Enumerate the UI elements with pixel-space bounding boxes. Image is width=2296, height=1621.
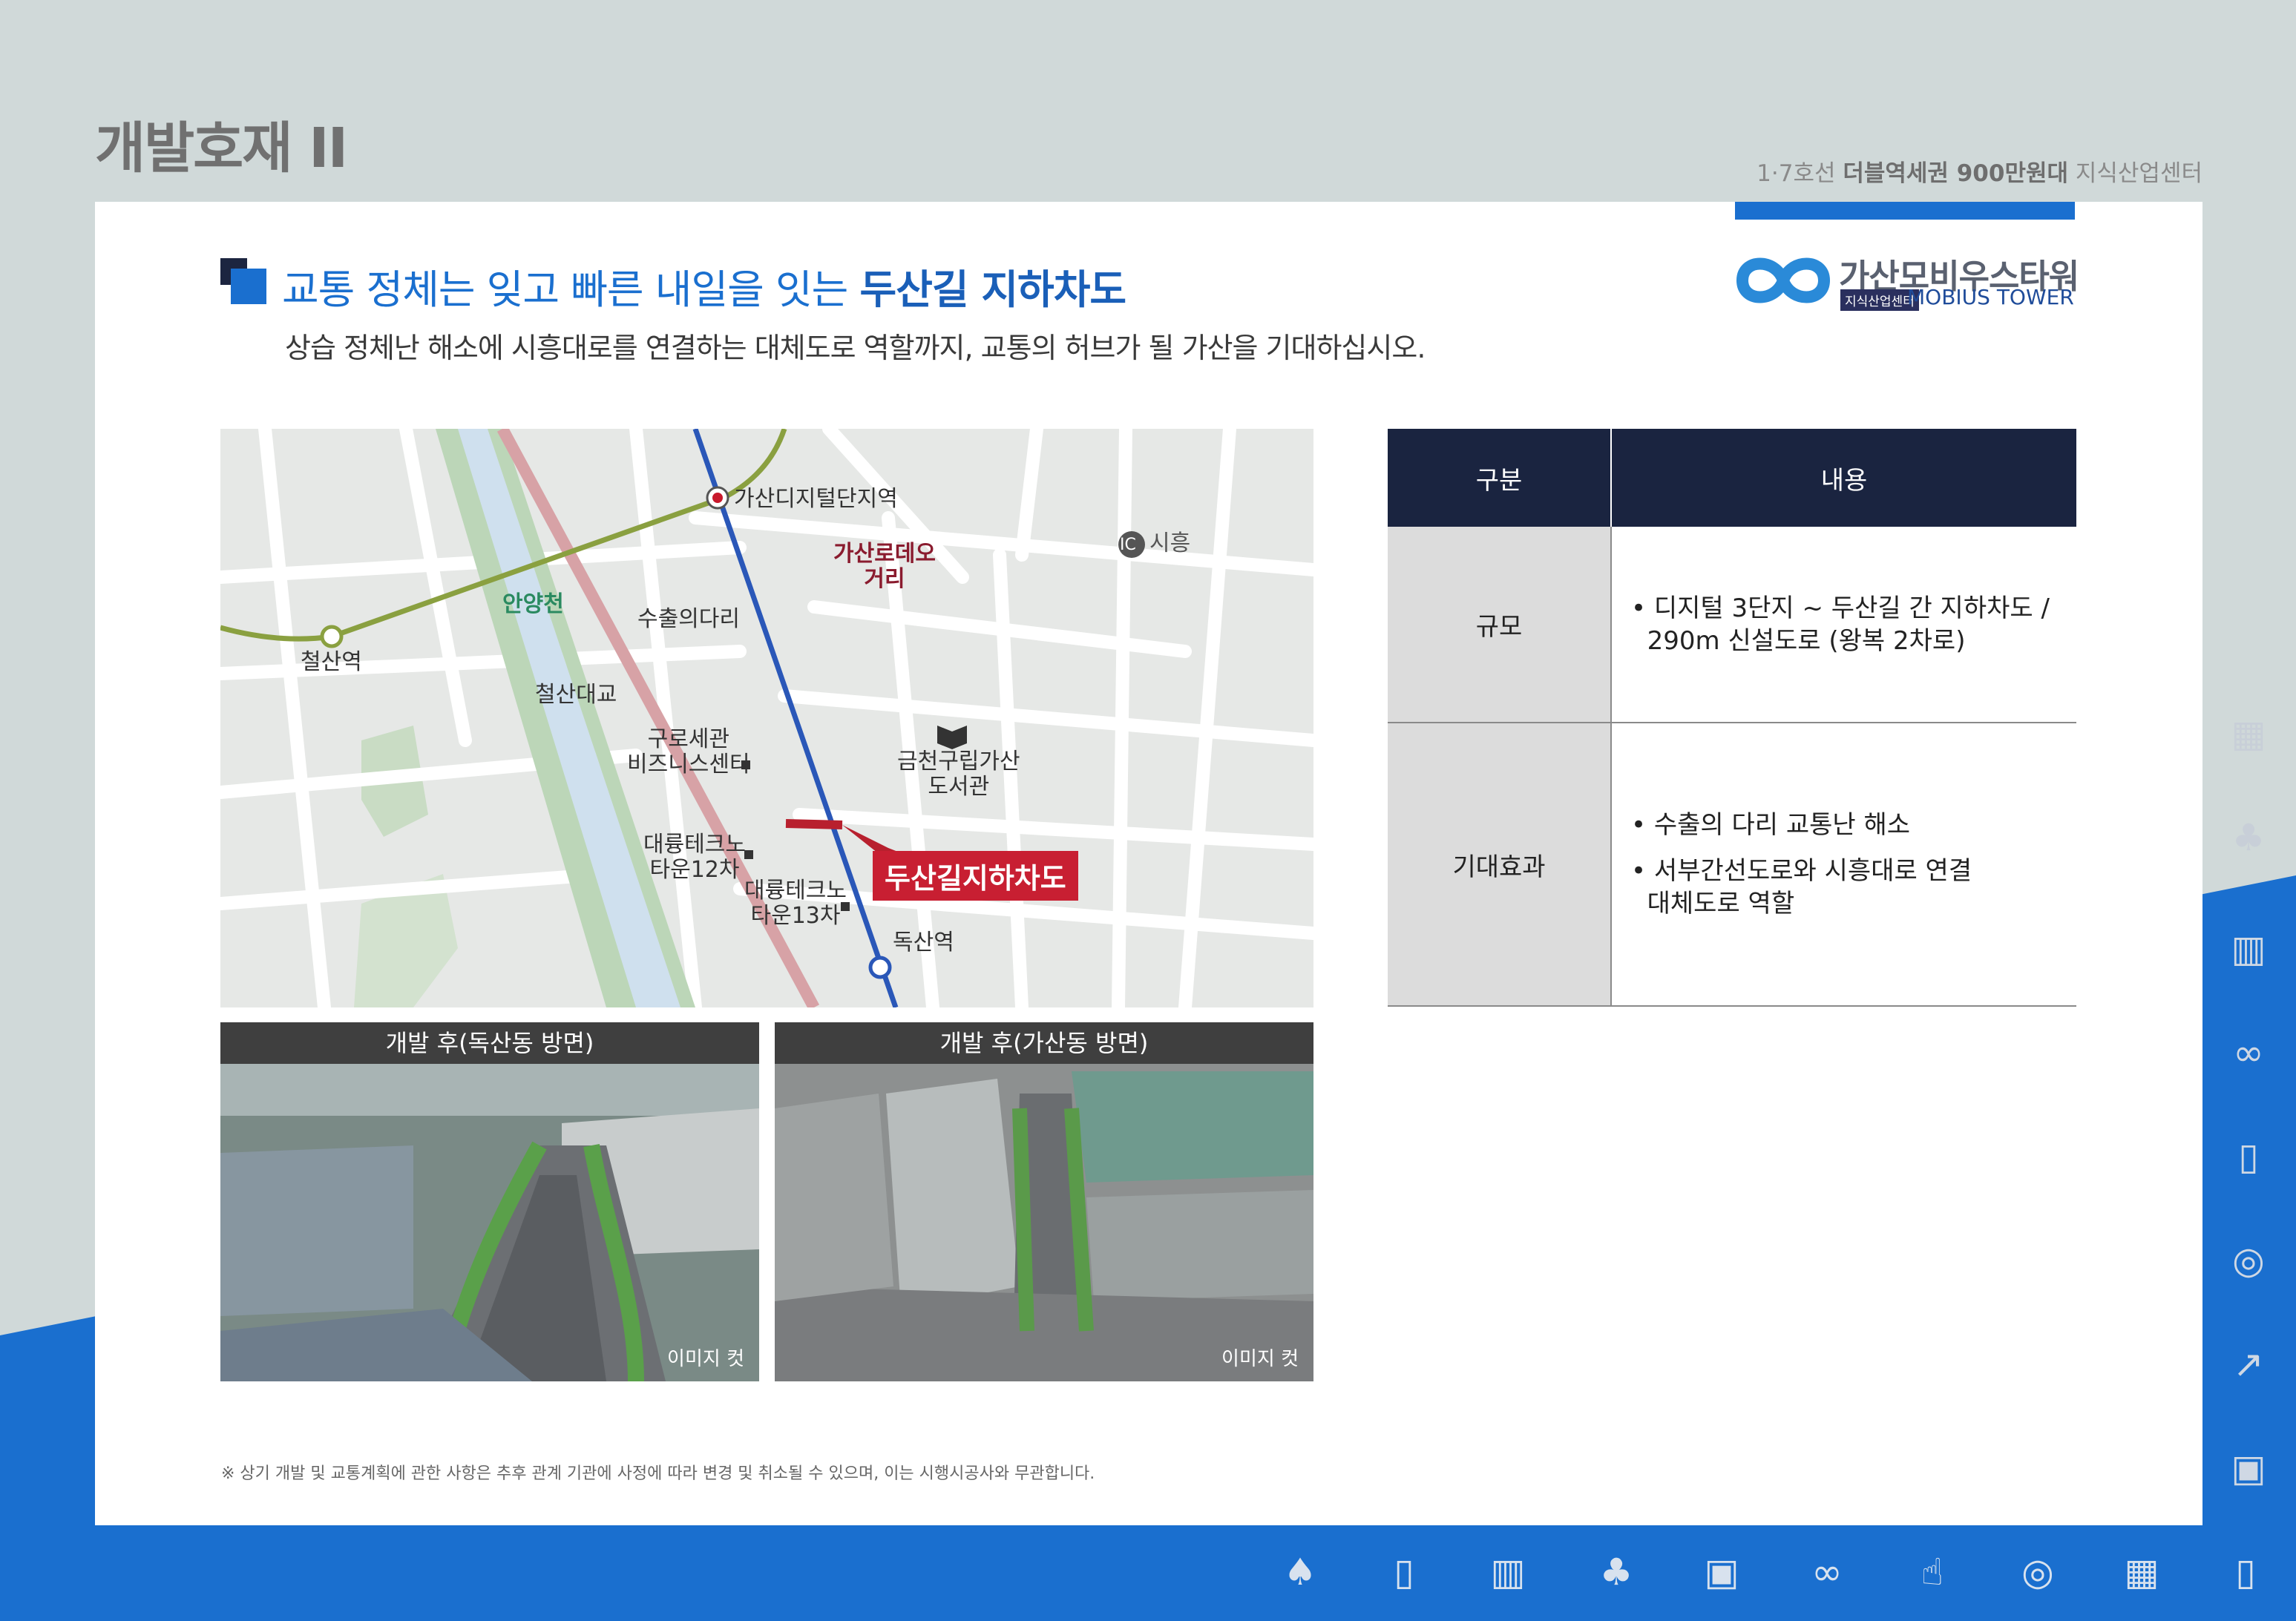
brand-logo: 가산모비우스타워 지식산업센터 MOBIUS TOWER <box>1735 246 2079 313</box>
train-icon[interactable]: ▣ <box>1699 1551 1744 1594</box>
mobius-logo-icon <box>1736 257 1831 303</box>
table-cell-key: 규모 <box>1388 527 1612 723</box>
tree-icon[interactable]: ♣ <box>2226 816 2271 859</box>
photo-title: 개발 후(가산동 방면) <box>775 1022 1313 1064</box>
map-label-ic: IC <box>1120 536 1136 554</box>
subway-icon[interactable]: ◎ <box>2226 1239 2271 1282</box>
map-label-siheung: 시흥 <box>1149 530 1191 556</box>
logo-accent-bar <box>1735 202 2075 220</box>
section-subheading: 상습 정체난 해소에 시흥대로를 연결하는 대체도로 역할까지, 교통의 허브가… <box>285 332 1426 364</box>
photo-gasan: 개발 후(가산동 방면) 이미지 컷 <box>775 1022 1313 1381</box>
handshake-icon[interactable]: ∞ <box>2226 1031 2271 1074</box>
footnote: ※ 상기 개발 및 교통계획에 관한 사항은 추후 관계 기관에 사정에 따라 … <box>221 1464 1095 1483</box>
growth-chart-icon[interactable]: ↗ <box>2226 1343 2271 1386</box>
touch-icon[interactable]: ☝ <box>1910 1551 1955 1594</box>
page-title: 개발호재 II <box>95 116 348 180</box>
photo-doksan: 개발 후(독산동 방면) 이미지 컷 <box>220 1022 759 1381</box>
table-row: 규모 • 디지털 3단지 ~ 두산길 간 지하차도 / 290m 신설도로 (왕… <box>1388 527 2076 723</box>
photo-caption: 이미지 컷 <box>667 1348 744 1370</box>
city-chart-icon[interactable]: ▥ <box>2226 927 2271 970</box>
table-header-row: 구분 내용 <box>1388 429 2076 527</box>
map-icon[interactable]: ▦ <box>2226 712 2271 755</box>
map-label-cheolsan-station: 철산역 <box>301 649 362 675</box>
table-cell-key: 기대효과 <box>1388 723 1612 1007</box>
table-cell-value: • 수출의 다리 교통난 해소 • 서부간선도로와 시흥대로 연결 대체도로 역… <box>1611 723 2076 1007</box>
logo-name-english: MOBIUS TOWER <box>1907 285 2074 309</box>
subway-icon[interactable]: ◎ <box>2015 1551 2060 1594</box>
info-table: 구분 내용 규모 • 디지털 3단지 ~ 두산길 간 지하차도 / 290m 신… <box>1388 429 2076 1007</box>
tree-icon[interactable]: ♣ <box>1594 1551 1639 1594</box>
photo-title: 개발 후(독산동 방면) <box>220 1022 759 1064</box>
page-subtitle: 1·7호선 더블역세권 900만원대 지식산업센터 <box>1757 160 2202 187</box>
handshake-icon[interactable]: ∞ <box>1805 1551 1849 1594</box>
tunnel-callout: 두산길지하차도 <box>873 851 1078 901</box>
photo-caption: 이미지 컷 <box>1221 1348 1299 1370</box>
map-label-gasan-rodeo: 가산로데오 거리 <box>833 541 936 592</box>
aerial-image <box>220 1064 759 1381</box>
map-label-techno13: 대륭테크노 타운13차 <box>744 878 847 929</box>
map-label-anyangcheon: 안양천 <box>502 591 564 617</box>
map-label-library: 금천구립가산 도서관 <box>897 749 1020 800</box>
door-icon[interactable]: ▯ <box>2223 1551 2268 1594</box>
map-label-doksan-station: 독산역 <box>893 930 954 956</box>
table-header-category: 구분 <box>1388 429 1612 527</box>
aerial-image <box>775 1064 1313 1381</box>
table-header-content: 내용 <box>1611 429 2076 527</box>
heading-marker-blue <box>231 269 266 304</box>
door-icon[interactable]: ▯ <box>1382 1551 1426 1594</box>
map-label-gasan-station: 가산디지털단지역 <box>734 486 898 512</box>
map-label-techno12: 대륭테크노 타운12차 <box>643 832 746 883</box>
map-label-cheolsan-bridge: 철산대교 <box>535 682 617 708</box>
table-cell-value: • 디지털 3단지 ~ 두산길 간 지하차도 / 290m 신설도로 (왕복 2… <box>1611 527 2076 723</box>
building-icon[interactable]: ▯ <box>2226 1135 2271 1178</box>
map-label-suchul-bridge: 수출의다리 <box>637 606 740 632</box>
sprout-icon[interactable]: ♠ <box>1278 1551 1322 1594</box>
table-row: 기대효과 • 수출의 다리 교통난 해소 • 서부간선도로와 시흥대로 연결 대… <box>1388 723 2076 1007</box>
city-chart-icon[interactable]: ▦ <box>2119 1551 2164 1594</box>
building-icon[interactable]: ▥ <box>1486 1551 1530 1594</box>
map-label-guro-customs: 구로세관 비즈니스센터 <box>627 726 750 777</box>
location-map: 가산디지털단지역 가산로데오 거리 IC 시흥 안양천 수출의다리 철산역 철산… <box>220 429 1313 1007</box>
train-icon[interactable]: ▣ <box>2226 1447 2271 1490</box>
